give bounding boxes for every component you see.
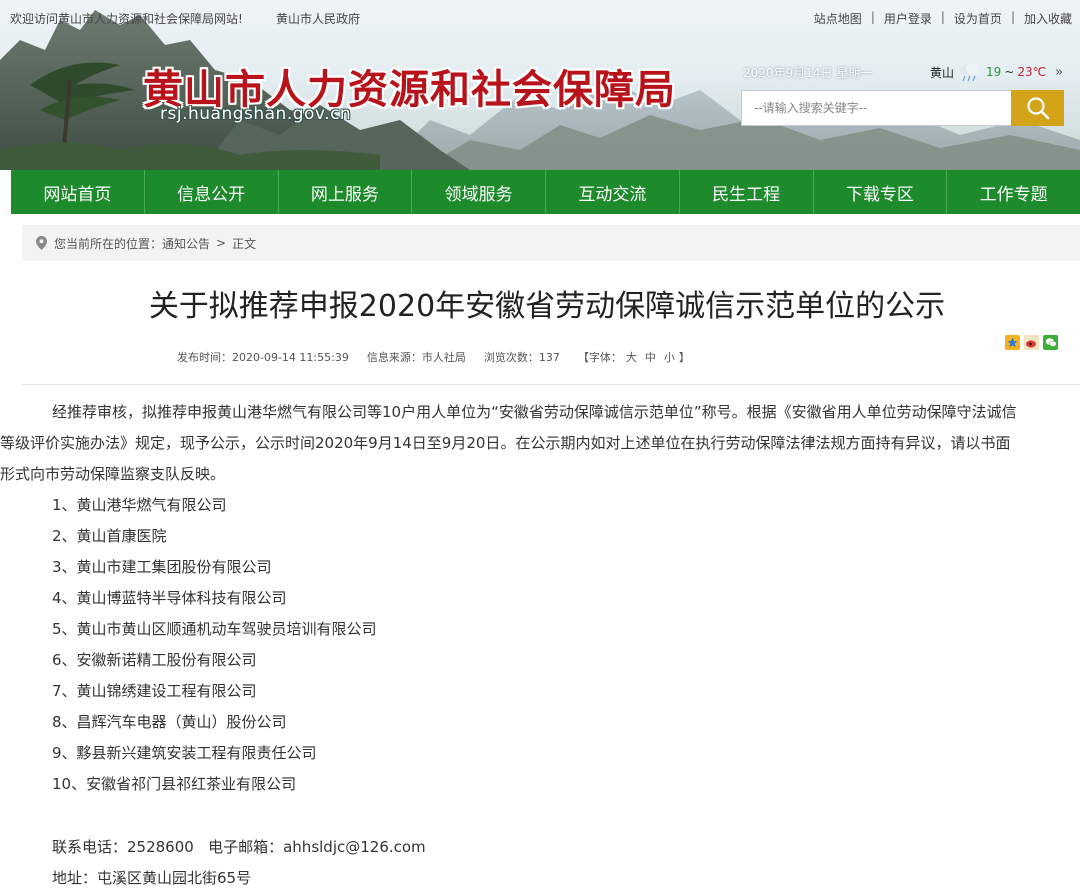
search-button[interactable] [1011, 90, 1064, 126]
main-nav: 网站首页 信息公开 网上服务 领域服务 互动交流 民生工程 下载专区 工作专题 [11, 170, 1080, 214]
info-source: 信息来源：市人社局 [366, 351, 466, 364]
breadcrumb-current: 正文 [232, 236, 257, 251]
top-links: 站点地图 | 用户登录 | 设为首页 | 加入收藏 [814, 10, 1072, 27]
intro-line: 形式向市劳动保障监察支队反映。 [0, 465, 226, 483]
list-item: 4、黄山博蓝特半导体科技有限公司 [52, 589, 287, 607]
font-size-label: 【字体： [577, 351, 622, 364]
nav-downloads[interactable]: 下载专区 [814, 170, 948, 214]
nav-domain-service[interactable]: 领域服务 [412, 170, 546, 214]
top-bar: 欢迎访问黄山市人力资源和社会保障局网站! 黄山市人民政府 站点地图 | 用户登录… [0, 0, 1080, 34]
share-buttons [1005, 335, 1058, 350]
temp-sep: ~ [1004, 65, 1015, 79]
font-small-button[interactable]: 小 [664, 349, 675, 365]
publish-time: 发布时间：2020-09-14 11:55:39 [177, 351, 349, 364]
nav-home[interactable]: 网站首页 [11, 170, 145, 214]
current-date: 2020年9月14日 星期一 [743, 66, 873, 80]
add-favorite-link[interactable]: 加入收藏 [1024, 10, 1072, 27]
list-item: 3、黄山市建工集团股份有限公司 [52, 558, 272, 576]
separator: | [870, 10, 875, 24]
nav-livelihood[interactable]: 民生工程 [680, 170, 814, 214]
search-icon [1026, 97, 1049, 120]
font-size-end: 】 [678, 351, 690, 364]
nav-info-disclosure[interactable]: 信息公开 [145, 170, 279, 214]
font-large-button[interactable]: 大 [626, 349, 637, 365]
article-meta: 发布时间：2020-09-14 11:55:39 信息来源：市人社局 浏览次数：… [177, 349, 690, 365]
set-homepage-link[interactable]: 设为首页 [954, 10, 1002, 27]
search-input[interactable] [741, 90, 1011, 126]
intro-line: 经推荐审核，拟推荐申报黄山港华燃气有限公司等10户用人单位为“安徽省劳动保障诚信… [52, 403, 1017, 421]
list-item: 2、黄山首康医院 [52, 527, 167, 545]
welcome-text: 欢迎访问黄山市人力资源和社会保障局网站! [10, 12, 243, 26]
divider [22, 384, 1080, 385]
list-item: 6、安徽新诺精工股份有限公司 [52, 651, 257, 669]
breadcrumb-arrow: > [216, 236, 227, 250]
list-item: 10、安徽省祁门县祁红茶业有限公司 [52, 775, 297, 793]
nav-online-service[interactable]: 网上服务 [279, 170, 413, 214]
weibo-share-icon[interactable] [1024, 335, 1039, 350]
list-item: 8、昌辉汽车电器（黄山）股份公司 [52, 713, 287, 731]
gov-link[interactable]: 黄山市人民政府 [276, 10, 360, 27]
list-item: 7、黄山锦绣建设工程有限公司 [52, 682, 257, 700]
site-domain: rsj.huangshan.gov.cn [160, 104, 352, 124]
list-item: 5、黄山市黄山区顺通机动车驾驶员培训有限公司 [52, 620, 377, 638]
contact-phone-email: 联系电话：2528600 电子邮箱：ahhsldjc@126.com [52, 838, 426, 856]
separator: | [1010, 10, 1015, 24]
sitemap-link[interactable]: 站点地图 [814, 10, 862, 27]
cloud-rain-icon [957, 62, 983, 82]
separator: | [940, 10, 945, 24]
temp-high: 23℃ [1017, 65, 1047, 79]
weather-widget: 黄山 19 ~ 23℃ » [930, 62, 1063, 82]
list-item: 9、黟县新兴建筑安装工程有限责任公司 [52, 744, 317, 762]
search-box [741, 90, 1064, 126]
weather-city: 黄山 [930, 65, 955, 80]
view-count: 浏览次数：137 [483, 351, 560, 364]
contact-address: 地址：屯溪区黄山园北街65号 [52, 869, 252, 887]
nav-special-topics[interactable]: 工作专题 [947, 170, 1080, 214]
breadcrumb-prefix: 您当前所在的位置： [54, 236, 163, 251]
list-item: 1、黄山港华燃气有限公司 [52, 496, 227, 514]
breadcrumb-section-link[interactable]: 通知公告 [162, 235, 210, 252]
weather-more-icon[interactable]: » [1055, 65, 1063, 80]
breadcrumb: 您当前所在的位置： 通知公告 > 正文 [22, 225, 1080, 261]
wechat-share-icon[interactable] [1043, 335, 1058, 350]
article-title: 关于拟推荐申报2020年安徽省劳动保障诚信示范单位的公示 [148, 289, 946, 324]
site-header: 欢迎访问黄山市人力资源和社会保障局网站! 黄山市人民政府 站点地图 | 用户登录… [0, 0, 1080, 170]
location-pin-icon [36, 236, 47, 250]
intro-line: 等级评价实施办法》规定，现予公示，公示时间2020年9月14日至9月20日。在公… [0, 434, 1011, 452]
nav-interaction[interactable]: 互动交流 [546, 170, 680, 214]
temp-low: 19 [986, 65, 1002, 79]
login-link[interactable]: 用户登录 [884, 10, 932, 27]
qzone-share-icon[interactable] [1005, 335, 1020, 350]
contact-info: 联系电话：2528600 电子邮箱：ahhsldjc@126.com 地址：屯溪… [52, 832, 426, 894]
font-medium-button[interactable]: 中 [645, 349, 656, 365]
company-list: 1、黄山港华燃气有限公司 2、黄山首康医院 3、黄山市建工集团股份有限公司 4、… [52, 490, 377, 800]
